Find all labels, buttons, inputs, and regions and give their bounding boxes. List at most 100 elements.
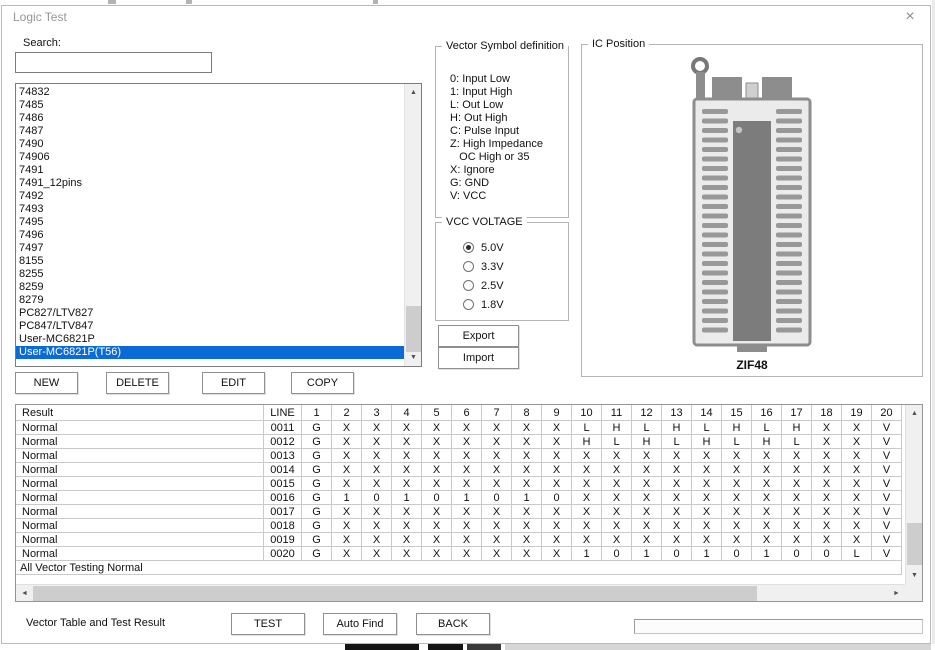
value-cell: X <box>362 435 392 449</box>
symbol-line: X: Ignore <box>450 164 568 177</box>
value-cell: X <box>332 449 362 463</box>
value-cell: X <box>482 519 512 533</box>
value-cell: G <box>302 491 332 505</box>
value-cell: X <box>572 519 602 533</box>
list-item[interactable]: PC827/LTV827 <box>16 307 404 320</box>
radio-icon[interactable] <box>463 242 474 253</box>
value-cell: L <box>572 421 602 435</box>
value-cell: X <box>602 505 632 519</box>
scroll-down-icon[interactable] <box>906 567 923 584</box>
list-item[interactable]: PC847/LTV847 <box>16 320 404 333</box>
radio-option[interactable]: 3.3V <box>436 257 568 276</box>
test-button[interactable]: TEST <box>231 613 305 635</box>
copy-button[interactable]: COPY <box>291 372 354 394</box>
delete-button[interactable]: DELETE <box>106 372 169 394</box>
list-item[interactable]: 7491_12pins <box>16 177 404 190</box>
value-cell: X <box>392 435 422 449</box>
value-cell: X <box>422 547 452 561</box>
value-cell: X <box>542 519 572 533</box>
list-item[interactable]: 7487 <box>16 125 404 138</box>
group-title: Vector Symbol definition <box>442 40 568 52</box>
list-item[interactable]: 7493 <box>16 203 404 216</box>
value-cell: X <box>572 477 602 491</box>
value-cell: V <box>872 463 902 477</box>
value-cell: X <box>842 435 872 449</box>
value-cell: X <box>632 449 662 463</box>
table-vertical-scrollbar[interactable] <box>905 405 922 584</box>
value-cell: X <box>422 421 452 435</box>
value-cell: X <box>752 533 782 547</box>
value-cell: X <box>602 519 632 533</box>
value-cell: 0 <box>782 547 812 561</box>
table-horizontal-scrollbar[interactable] <box>16 584 905 601</box>
value-cell: X <box>842 449 872 463</box>
column-header-pin: 2 <box>332 405 362 421</box>
list-item[interactable]: 7486 <box>16 112 404 125</box>
value-cell: X <box>392 421 422 435</box>
scroll-right-icon[interactable] <box>888 585 905 602</box>
scrollbar-corner <box>905 584 922 601</box>
value-cell: X <box>452 435 482 449</box>
list-item[interactable]: 7497 <box>16 242 404 255</box>
list-item[interactable]: 8279 <box>16 294 404 307</box>
new-button[interactable]: NEW <box>15 372 78 394</box>
value-cell: X <box>572 491 602 505</box>
edit-button[interactable]: EDIT <box>202 372 265 394</box>
radio-icon[interactable] <box>463 261 474 272</box>
search-input[interactable] <box>15 52 212 73</box>
symbol-line: Z: High Impedance <box>450 138 568 151</box>
list-item[interactable]: 7495 <box>16 216 404 229</box>
list-item[interactable]: 8155 <box>16 255 404 268</box>
scroll-up-icon[interactable] <box>906 405 923 422</box>
ic-list: 7483274857486748774907490674917491_12pin… <box>16 86 404 359</box>
list-item[interactable]: 7490 <box>16 138 404 151</box>
value-cell: X <box>662 519 692 533</box>
list-item[interactable]: 7491 <box>16 164 404 177</box>
scrollbar-thumb[interactable] <box>406 306 422 352</box>
taskbar-item <box>467 644 501 650</box>
result-cell: Normal <box>16 435 264 449</box>
radio-option[interactable]: 2.5V <box>436 276 568 295</box>
close-icon[interactable]: × <box>898 7 922 27</box>
result-tbody: Normal0011GXXXXXXXXLHLHLHLHXXVNormal0012… <box>16 421 902 575</box>
export-button[interactable]: Export <box>438 325 519 347</box>
list-item[interactable]: 74832 <box>16 86 404 99</box>
import-button[interactable]: Import <box>438 347 519 369</box>
value-cell: X <box>692 491 722 505</box>
value-cell: 0 <box>722 547 752 561</box>
list-item[interactable]: 8255 <box>16 268 404 281</box>
result-cell: Normal <box>16 449 264 463</box>
radio-label: 1.8V <box>481 299 504 311</box>
line-cell: 0018 <box>264 519 302 533</box>
list-item[interactable]: 7492 <box>16 190 404 203</box>
auto-find-button[interactable]: Auto Find <box>323 613 397 635</box>
scroll-up-icon[interactable] <box>405 84 422 101</box>
list-item[interactable]: 8259 <box>16 281 404 294</box>
value-cell: X <box>752 519 782 533</box>
value-cell: X <box>572 449 602 463</box>
radio-icon[interactable] <box>463 280 474 291</box>
scroll-left-icon[interactable] <box>16 585 33 602</box>
list-item[interactable]: 74906 <box>16 151 404 164</box>
radio-option[interactable]: 5.0V <box>436 238 568 257</box>
value-cell: X <box>782 505 812 519</box>
value-cell: X <box>362 505 392 519</box>
radio-icon[interactable] <box>463 299 474 310</box>
value-cell: X <box>752 505 782 519</box>
value-cell: X <box>332 421 362 435</box>
scrollbar-thumb[interactable] <box>33 586 757 601</box>
value-cell: X <box>362 477 392 491</box>
back-button[interactable]: BACK <box>416 613 490 635</box>
value-cell: 0 <box>422 491 452 505</box>
radio-option[interactable]: 1.8V <box>436 295 568 314</box>
value-cell: 1 <box>512 491 542 505</box>
scroll-down-icon[interactable] <box>405 349 422 366</box>
list-item[interactable]: User-MC6821P <box>16 333 404 346</box>
list-item[interactable]: 7485 <box>16 99 404 112</box>
scrollbar-thumb[interactable] <box>907 523 923 565</box>
value-cell: 1 <box>572 547 602 561</box>
list-item[interactable]: 7496 <box>16 229 404 242</box>
list-item[interactable]: User-MC6821P(T56) <box>16 346 404 359</box>
list-scrollbar[interactable] <box>404 84 421 366</box>
value-cell: X <box>512 477 542 491</box>
